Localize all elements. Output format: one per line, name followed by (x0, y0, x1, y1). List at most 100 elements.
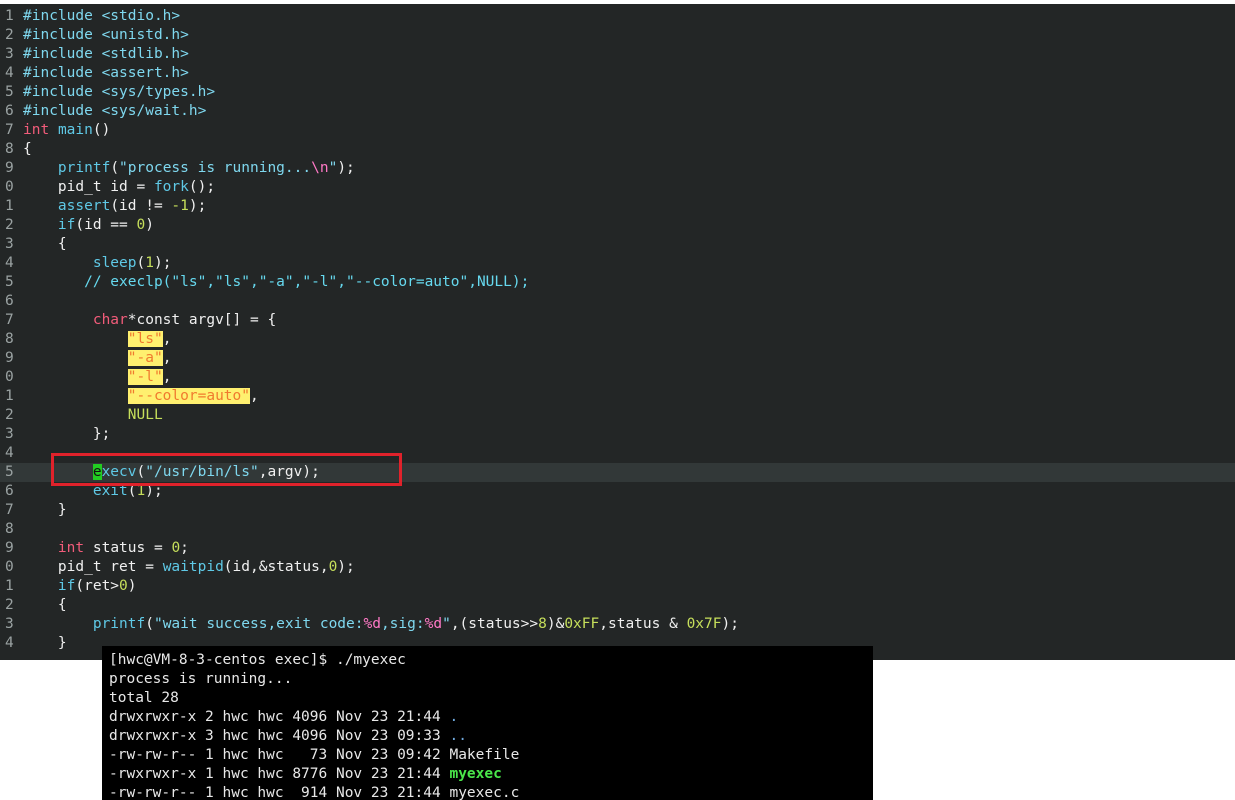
code-token: , (162, 331, 172, 347)
code-token: , (162, 350, 172, 366)
code-text: "-l", (23, 368, 171, 387)
code-token: ,sig: (380, 616, 425, 632)
code-line[interactable]: 7 int main() (0, 121, 1235, 140)
code-line[interactable]: 5 // execlp("ls","ls","-a","-l","--color… (0, 273, 1235, 292)
code-token: <assert.h> (101, 65, 189, 81)
line-number: 1 (5, 8, 14, 24)
code-text: if(ret>0) (23, 577, 137, 596)
code-text: if(id == 0) (23, 216, 154, 235)
code-token: waitpid (162, 559, 224, 575)
code-text: { (23, 235, 67, 254)
code-editor[interactable]: 1 #include <stdio.h> 2 #include <unistd.h> 3… (0, 4, 1235, 660)
code-token: #include (23, 65, 102, 81)
code-token: printf (57, 160, 111, 176)
code-token: ); (721, 616, 739, 632)
code-line[interactable]: 0 "-l", (0, 368, 1235, 387)
code-token: ( (110, 160, 120, 176)
line-number: 2 (5, 407, 14, 423)
code-token: char (92, 312, 128, 328)
line-number: 0 (5, 369, 14, 385)
code-token: ( (136, 255, 146, 271)
code-line[interactable]: 1 assert(id != -1); (0, 197, 1235, 216)
code-text: int status = 0; (23, 539, 189, 558)
code-line[interactable]: 3 printf("wait success,exit code:%d,sig:… (0, 615, 1235, 634)
code-line[interactable]: 1 #include <stdio.h> (0, 7, 1235, 26)
code-token: "-l" (127, 369, 163, 385)
code-line[interactable]: 8{ (0, 140, 1235, 159)
code-token: ,status & (599, 616, 687, 632)
code-line[interactable]: 1 "--color=auto", (0, 387, 1235, 406)
code-token: #include (23, 46, 102, 62)
terminal-window[interactable]: [hwc@VM-8-3-centos exec]$ ./myexec proces… (102, 646, 873, 800)
code-token: <unistd.h> (101, 27, 189, 43)
line-number: 3 (5, 236, 14, 252)
code-text: #include <sys/types.h> (23, 83, 215, 102)
code-token: ; (180, 540, 189, 556)
code-line[interactable]: 3 #include <stdlib.h> (0, 45, 1235, 64)
code-line[interactable]: 9 int status = 0; (0, 539, 1235, 558)
code-token: 0xFF (564, 616, 600, 632)
code-line[interactable]: 0 pid_t id = fork(); (0, 178, 1235, 197)
code-line[interactable]: 2 NULL (0, 406, 1235, 425)
code-token: #include (23, 84, 102, 100)
code-text: }; (23, 425, 110, 444)
code-text: sleep(1); (23, 254, 172, 273)
code-token: { (23, 597, 67, 613)
line-number: 2 (5, 597, 14, 613)
code-token: ); (337, 160, 355, 176)
code-line[interactable]: 3 { (0, 235, 1235, 254)
code-token: ( (145, 616, 154, 632)
code-line[interactable]: 8 "ls", (0, 330, 1235, 349)
code-line[interactable]: 3 }; (0, 425, 1235, 444)
code-token: "ls" (127, 331, 163, 347)
code-text: pid_t id = fork(); (23, 178, 215, 197)
code-line[interactable]: 9 "-a", (0, 349, 1235, 368)
code-line[interactable]: 2 { (0, 596, 1235, 615)
code-line[interactable]: 2 #include <unistd.h> (0, 26, 1235, 45)
code-token: // execlp("ls","ls","-a","-l","--color=a… (84, 274, 530, 290)
code-token: if (57, 217, 76, 233)
code-text: #include <unistd.h> (23, 26, 189, 45)
terminal-text: [hwc@VM-8-3-centos exec]$ ./myexec (109, 652, 406, 668)
code-token: NULL (127, 407, 163, 423)
code-line[interactable]: 0 pid_t ret = waitpid(id,&status,0); (0, 558, 1235, 577)
line-number: 2 (5, 217, 14, 233)
code-token: , (249, 388, 259, 404)
code-text: { (23, 596, 67, 615)
code-line[interactable]: 4 sleep(1); (0, 254, 1235, 273)
code-line[interactable]: 1 if(ret>0) (0, 577, 1235, 596)
line-number: 7 (5, 122, 14, 138)
code-line[interactable]: 8 (0, 520, 1235, 539)
line-number: 5 (5, 84, 14, 100)
code-token: int (23, 122, 50, 138)
code-line[interactable]: 5 #include <sys/types.h> (0, 83, 1235, 102)
code-token: \n (311, 160, 329, 176)
code-line[interactable]: 6 #include <sys/wait.h> (0, 102, 1235, 121)
terminal-output-line: total 28 (109, 689, 179, 708)
code-token: } (23, 502, 67, 518)
code-token: <stdio.h> (101, 8, 181, 24)
code-line[interactable]: 2 if(id == 0) (0, 216, 1235, 235)
code-line[interactable]: 9 printf("process is running...\n"); (0, 159, 1235, 178)
terminal-output-line: -rwxrwxr-x 1 hwc hwc 8776 Nov 23 21:44 m… (109, 765, 502, 784)
line-number: 5 (5, 464, 14, 480)
code-text: "-a", (23, 349, 171, 368)
line-number: 6 (5, 103, 14, 119)
code-token: (id == (75, 217, 137, 233)
line-number: 1 (5, 388, 14, 404)
code-line[interactable]: 4 #include <assert.h> (0, 64, 1235, 83)
code-token: pid_t id = (23, 179, 154, 195)
code-token: } (23, 635, 67, 651)
code-line[interactable]: 7 char*const argv[] = { (0, 311, 1235, 330)
code-line[interactable]: 7 } (0, 501, 1235, 520)
code-line[interactable]: 6 (0, 292, 1235, 311)
code-text: char*const argv[] = { (23, 311, 276, 330)
line-number: 4 (5, 445, 14, 461)
terminal-prompt-line: [hwc@VM-8-3-centos exec]$ ./myexec (109, 651, 406, 670)
